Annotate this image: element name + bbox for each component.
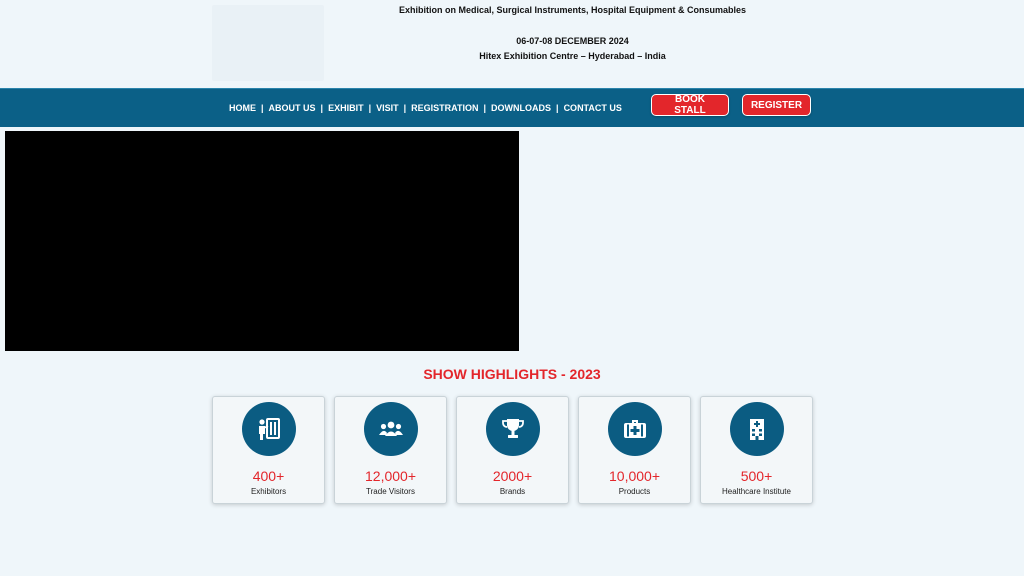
trophy-icon	[502, 419, 524, 438]
highlight-icon-circle	[486, 402, 540, 456]
nav-exhibit[interactable]: EXHIBIT	[328, 103, 364, 113]
hospital-building-icon	[750, 419, 764, 440]
register-button[interactable]: REGISTER	[742, 94, 811, 116]
nav-separator: |	[483, 103, 487, 113]
highlight-icon-circle	[364, 402, 418, 456]
highlight-card-exhibitors: 400+ Exhibitors	[212, 396, 325, 504]
highlight-card-products: 10,000+ Products	[578, 396, 691, 504]
site-logo[interactable]	[212, 5, 324, 81]
highlight-label: Healthcare Institute	[722, 487, 791, 496]
highlight-label: Trade Visitors	[366, 487, 415, 496]
site-header: Exhibition on Medical, Surgical Instrume…	[0, 0, 1024, 88]
nav-separator: |	[320, 103, 324, 113]
nav-about-us[interactable]: ABOUT US	[269, 103, 316, 113]
nav-registration[interactable]: REGISTRATION	[411, 103, 478, 113]
medical-kit-icon	[624, 420, 646, 438]
video-player[interactable]	[5, 131, 519, 351]
exhibitor-icon	[259, 418, 280, 440]
highlight-card-brands: 2000+ Brands	[456, 396, 569, 504]
highlight-card-healthcare-institute: 500+ Healthcare Institute	[700, 396, 813, 504]
nav-links: HOME | ABOUT US | EXHIBIT | VISIT | REGI…	[229, 89, 622, 127]
highlight-label: Exhibitors	[250, 487, 287, 496]
nav-separator: |	[556, 103, 559, 113]
nav-home[interactable]: HOME	[229, 103, 256, 113]
highlight-card-trade-visitors: 12,000+ Trade Visitors	[334, 396, 447, 504]
highlight-icon-circle	[608, 402, 662, 456]
nav-downloads[interactable]: DOWNLOADS	[491, 103, 551, 113]
highlight-number: 2000+	[492, 468, 533, 484]
highlight-number: 400+	[252, 468, 285, 484]
visitors-group-icon	[379, 421, 403, 436]
highlight-number: 10,000+	[609, 468, 660, 484]
highlight-number: 500+	[740, 468, 773, 484]
nav-separator: |	[368, 103, 372, 113]
event-venue: Hitex Exhibition Centre – Hyderabad – In…	[479, 51, 666, 61]
highlight-icon-circle	[730, 402, 784, 456]
highlight-label: Brands	[499, 487, 526, 496]
highlight-icon-circle	[242, 402, 296, 456]
main-navbar: HOME | ABOUT US | EXHIBIT | VISIT | REGI…	[0, 88, 1024, 127]
header-tagline: Exhibition on Medical, Surgical Instrume…	[398, 5, 747, 15]
nav-separator: |	[403, 103, 407, 113]
highlight-label: Products	[618, 487, 651, 496]
nav-separator: |	[261, 103, 264, 113]
highlight-number: 12,000+	[365, 468, 416, 484]
nav-visit[interactable]: VISIT	[376, 103, 399, 113]
highlights-title: SHOW HIGHLIGHTS - 2023	[423, 366, 601, 382]
event-dates: 06-07-08 DECEMBER 2024	[516, 36, 629, 46]
book-stall-button[interactable]: BOOK STALL	[651, 94, 729, 116]
nav-contact-us[interactable]: CONTACT US	[564, 103, 622, 113]
